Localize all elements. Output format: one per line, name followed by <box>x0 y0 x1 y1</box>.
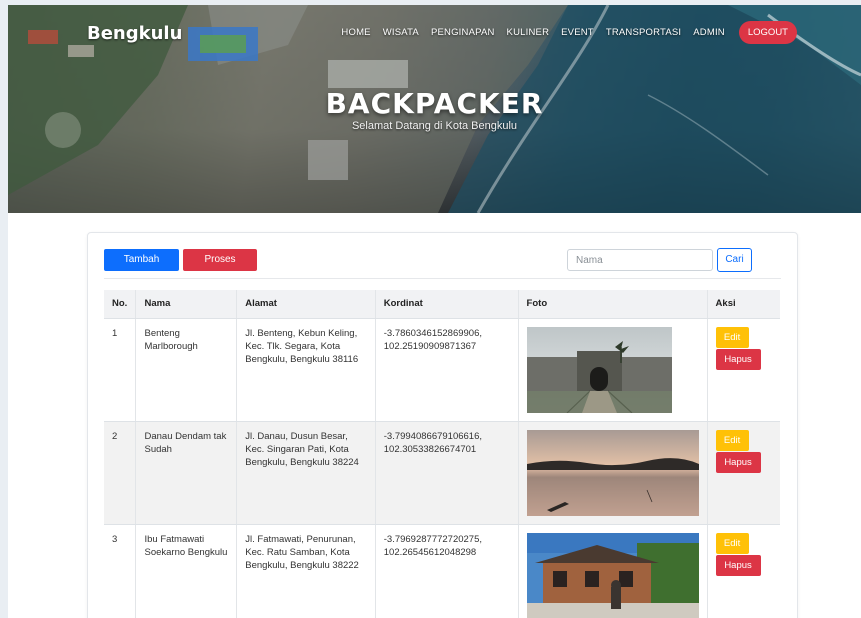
cell-kordinat: -3.7969287772720275, 102.26545612048298 <box>374 524 519 618</box>
toolbar-divider <box>104 278 781 279</box>
cell-no: 3 <box>104 524 136 618</box>
nav-transportasi[interactable]: TRANSPORTASI <box>606 27 681 38</box>
cell-no: 1 <box>104 318 136 422</box>
cell-foto <box>517 524 708 618</box>
lake-photo <box>526 429 699 516</box>
cell-aksi: Edit Hapus <box>706 421 780 525</box>
cell-aksi: Edit Hapus <box>706 524 780 618</box>
delete-button[interactable]: Hapus <box>715 348 761 370</box>
table-row: 3 Ibu Fatmawati Soekarno Bengkulu Jl. Fa… <box>104 524 780 618</box>
add-data-button[interactable]: Tambah Data <box>104 249 179 287</box>
edit-button[interactable]: Edit <box>715 429 749 451</box>
cell-alamat: Jl. Fatmawati, Penurunan, Kec. Ratu Samb… <box>236 524 376 618</box>
nav-admin[interactable]: ADMIN <box>693 27 725 38</box>
fort-photo <box>526 326 672 413</box>
cell-aksi: Edit Hapus <box>706 318 780 422</box>
house-photo <box>526 532 699 618</box>
table-row: 1 Benteng Marlborough Jl. Benteng, Kebun… <box>104 318 780 422</box>
hero-banner: Bengkulu HOME WISATA PENGINAPAN KULINER … <box>8 5 861 213</box>
cell-nama: Benteng Marlborough <box>135 318 237 422</box>
table-header-row: No. Nama Alamat Kordinat Foto Aksi <box>104 290 780 319</box>
delete-button[interactable]: Hapus <box>715 554 761 576</box>
cell-alamat: Jl. Benteng, Kebun Keling, Kec. Tlk. Seg… <box>236 318 376 422</box>
hero-title: BACKPACKER <box>325 87 544 120</box>
header-alamat: Alamat <box>236 290 376 319</box>
header-foto: Foto <box>517 290 708 319</box>
header-no: No. <box>104 290 136 319</box>
nav-kuliner[interactable]: KULINER <box>507 27 550 38</box>
brand-logo[interactable]: Bengkulu <box>87 23 182 44</box>
cell-nama: Ibu Fatmawati Soekarno Bengkulu <box>135 524 237 618</box>
nav-wisata[interactable]: WISATA <box>383 27 419 38</box>
cell-foto <box>517 318 708 422</box>
edit-button[interactable]: Edit <box>715 532 749 554</box>
main-nav: HOME WISATA PENGINAPAN KULINER EVENT TRA… <box>341 21 797 44</box>
nav-event[interactable]: EVENT <box>561 27 594 38</box>
cell-nama: Danau Dendam tak Sudah <box>135 421 237 525</box>
search-button[interactable]: Cari <box>717 248 752 272</box>
header-kordinat: Kordinat <box>374 290 519 319</box>
process-json-button[interactable]: Proses JSON <box>183 249 257 287</box>
header-nama: Nama <box>135 290 237 319</box>
table-row: 2 Danau Dendam tak Sudah Jl. Danau, Dusu… <box>104 421 780 525</box>
edit-button[interactable]: Edit <box>715 326 749 348</box>
cell-no: 2 <box>104 421 136 525</box>
delete-button[interactable]: Hapus <box>715 451 761 473</box>
cell-foto <box>517 421 708 525</box>
hero-subtitle: Selamat Datang di Kota Bengkulu <box>351 120 518 132</box>
cell-kordinat: -3.7994086679106616, 102.30533826674701 <box>374 421 519 525</box>
places-table: No. Nama Alamat Kordinat Foto Aksi 1 Ben… <box>104 290 780 618</box>
cell-kordinat: -3.7860346152869906, 102.25190909871367 <box>374 318 519 422</box>
data-card: Tambah Data Proses JSON Cari No. Nama Al… <box>87 232 798 618</box>
nav-home[interactable]: HOME <box>341 27 370 38</box>
header-aksi: Aksi <box>706 290 780 319</box>
logout-button[interactable]: LOGOUT <box>738 21 797 44</box>
cell-alamat: Jl. Danau, Dusun Besar, Kec. Singaran Pa… <box>236 421 376 525</box>
search-name-input[interactable] <box>567 249 713 271</box>
nav-penginapan[interactable]: PENGINAPAN <box>431 27 495 38</box>
